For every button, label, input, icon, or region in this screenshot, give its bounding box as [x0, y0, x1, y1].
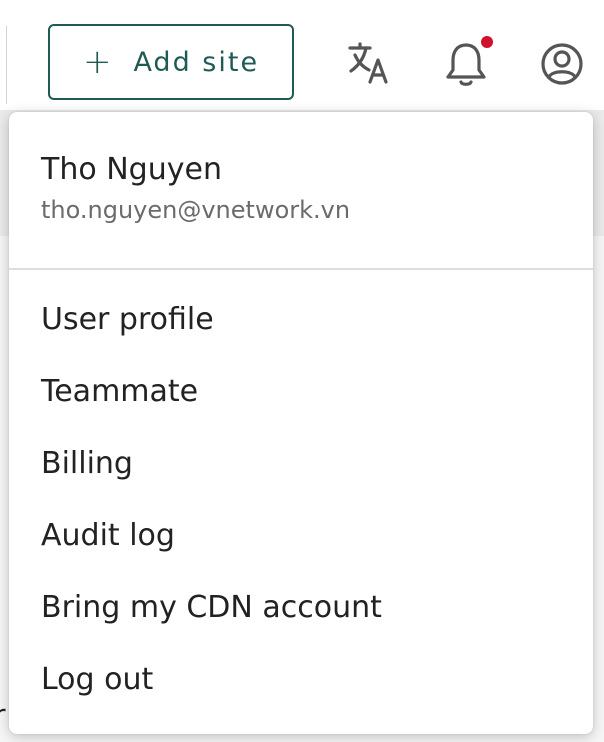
account-circle-icon[interactable]	[538, 40, 586, 88]
plus-icon: +	[82, 42, 112, 82]
menu-item-billing[interactable]: Billing	[41, 446, 133, 481]
translate-icon[interactable]	[346, 40, 394, 88]
add-site-label: Add site	[133, 46, 260, 78]
menu-item-audit-log[interactable]: Audit log	[41, 518, 175, 553]
menu-item-bring-cdn-account[interactable]: Bring my CDN account	[41, 590, 382, 625]
menu-item-teammate[interactable]: Teammate	[41, 374, 198, 409]
bell-icon[interactable]	[442, 40, 490, 88]
account-menu: Tho Nguyen tho.nguyen@vnetwork.vn User p…	[9, 112, 593, 734]
add-site-button[interactable]: + Add site	[48, 24, 294, 100]
user-name: Tho Nguyen	[41, 152, 222, 187]
menu-item-log-out[interactable]: Log out	[41, 662, 153, 697]
menu-item-user-profile[interactable]: User profile	[41, 302, 214, 337]
header-divider	[6, 26, 7, 104]
menu-divider	[9, 268, 593, 270]
notification-dot	[481, 36, 493, 48]
user-email: tho.nguyen@vnetwork.vn	[41, 196, 351, 224]
background-text-fragment: r	[0, 698, 6, 731]
